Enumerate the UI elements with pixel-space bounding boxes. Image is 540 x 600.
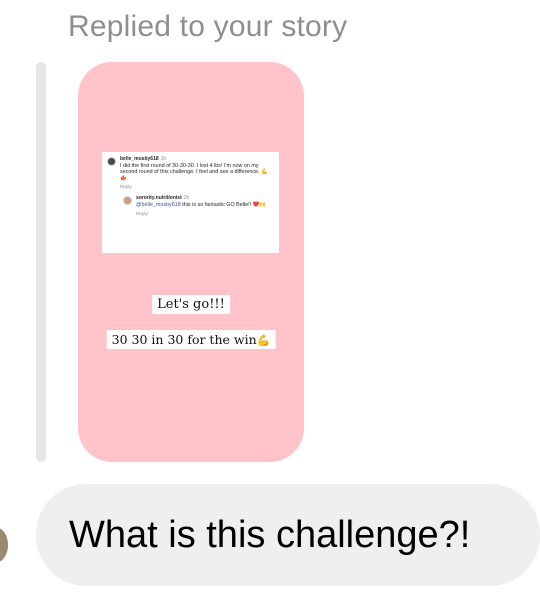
comment-time: 2h [183,195,190,202]
comment-time: 1h [160,156,167,162]
comment-mention: @belle_mosby618 [136,202,181,209]
reply-indicator-bar [36,62,46,462]
comment: belle_mosby618 1h I did the first round o… [107,156,274,189]
comment-text: I did the first round of 30-30-30. I los… [120,163,268,182]
comment-reply-label: Reply [136,210,148,216]
replied-to-story-label: Replied to your story [68,10,348,43]
story-preview[interactable]: belle_mosby618 1h I did the first round o… [78,62,304,462]
story-caption: Let's go!!! [152,295,230,314]
message-bubble[interactable]: What is this challenge?! [36,484,540,586]
avatar[interactable] [0,528,8,562]
muscle-icon: 💪 [256,334,271,347]
comment-reply-label: Reply [120,184,132,190]
story-caption: 30 30 in 30 for the win💪 [106,330,276,349]
comment-username: sorority.nutritionist [136,195,182,202]
story-caption-text: 30 30 in 30 for the win [111,332,257,347]
message-text: What is this challenge?! [69,513,471,556]
screenshot-comments: belle_mosby618 1h I did the first round o… [102,152,279,253]
comment-username: belle_mosby618 [120,156,159,162]
comment-text: this is so fantastic GO Belle!! ❤️🙌 [182,202,267,209]
avatar [123,196,132,206]
avatar [107,157,116,166]
comment-header: belle_mosby618 1h [120,156,274,162]
comment-header: sorority.nutritionist 2h [136,195,274,201]
comment-body: @belle_mosby618 this is so fantastic GO … [136,202,274,208]
comment-reply: sorority.nutritionist 2h @belle_mosby618 … [123,195,274,216]
